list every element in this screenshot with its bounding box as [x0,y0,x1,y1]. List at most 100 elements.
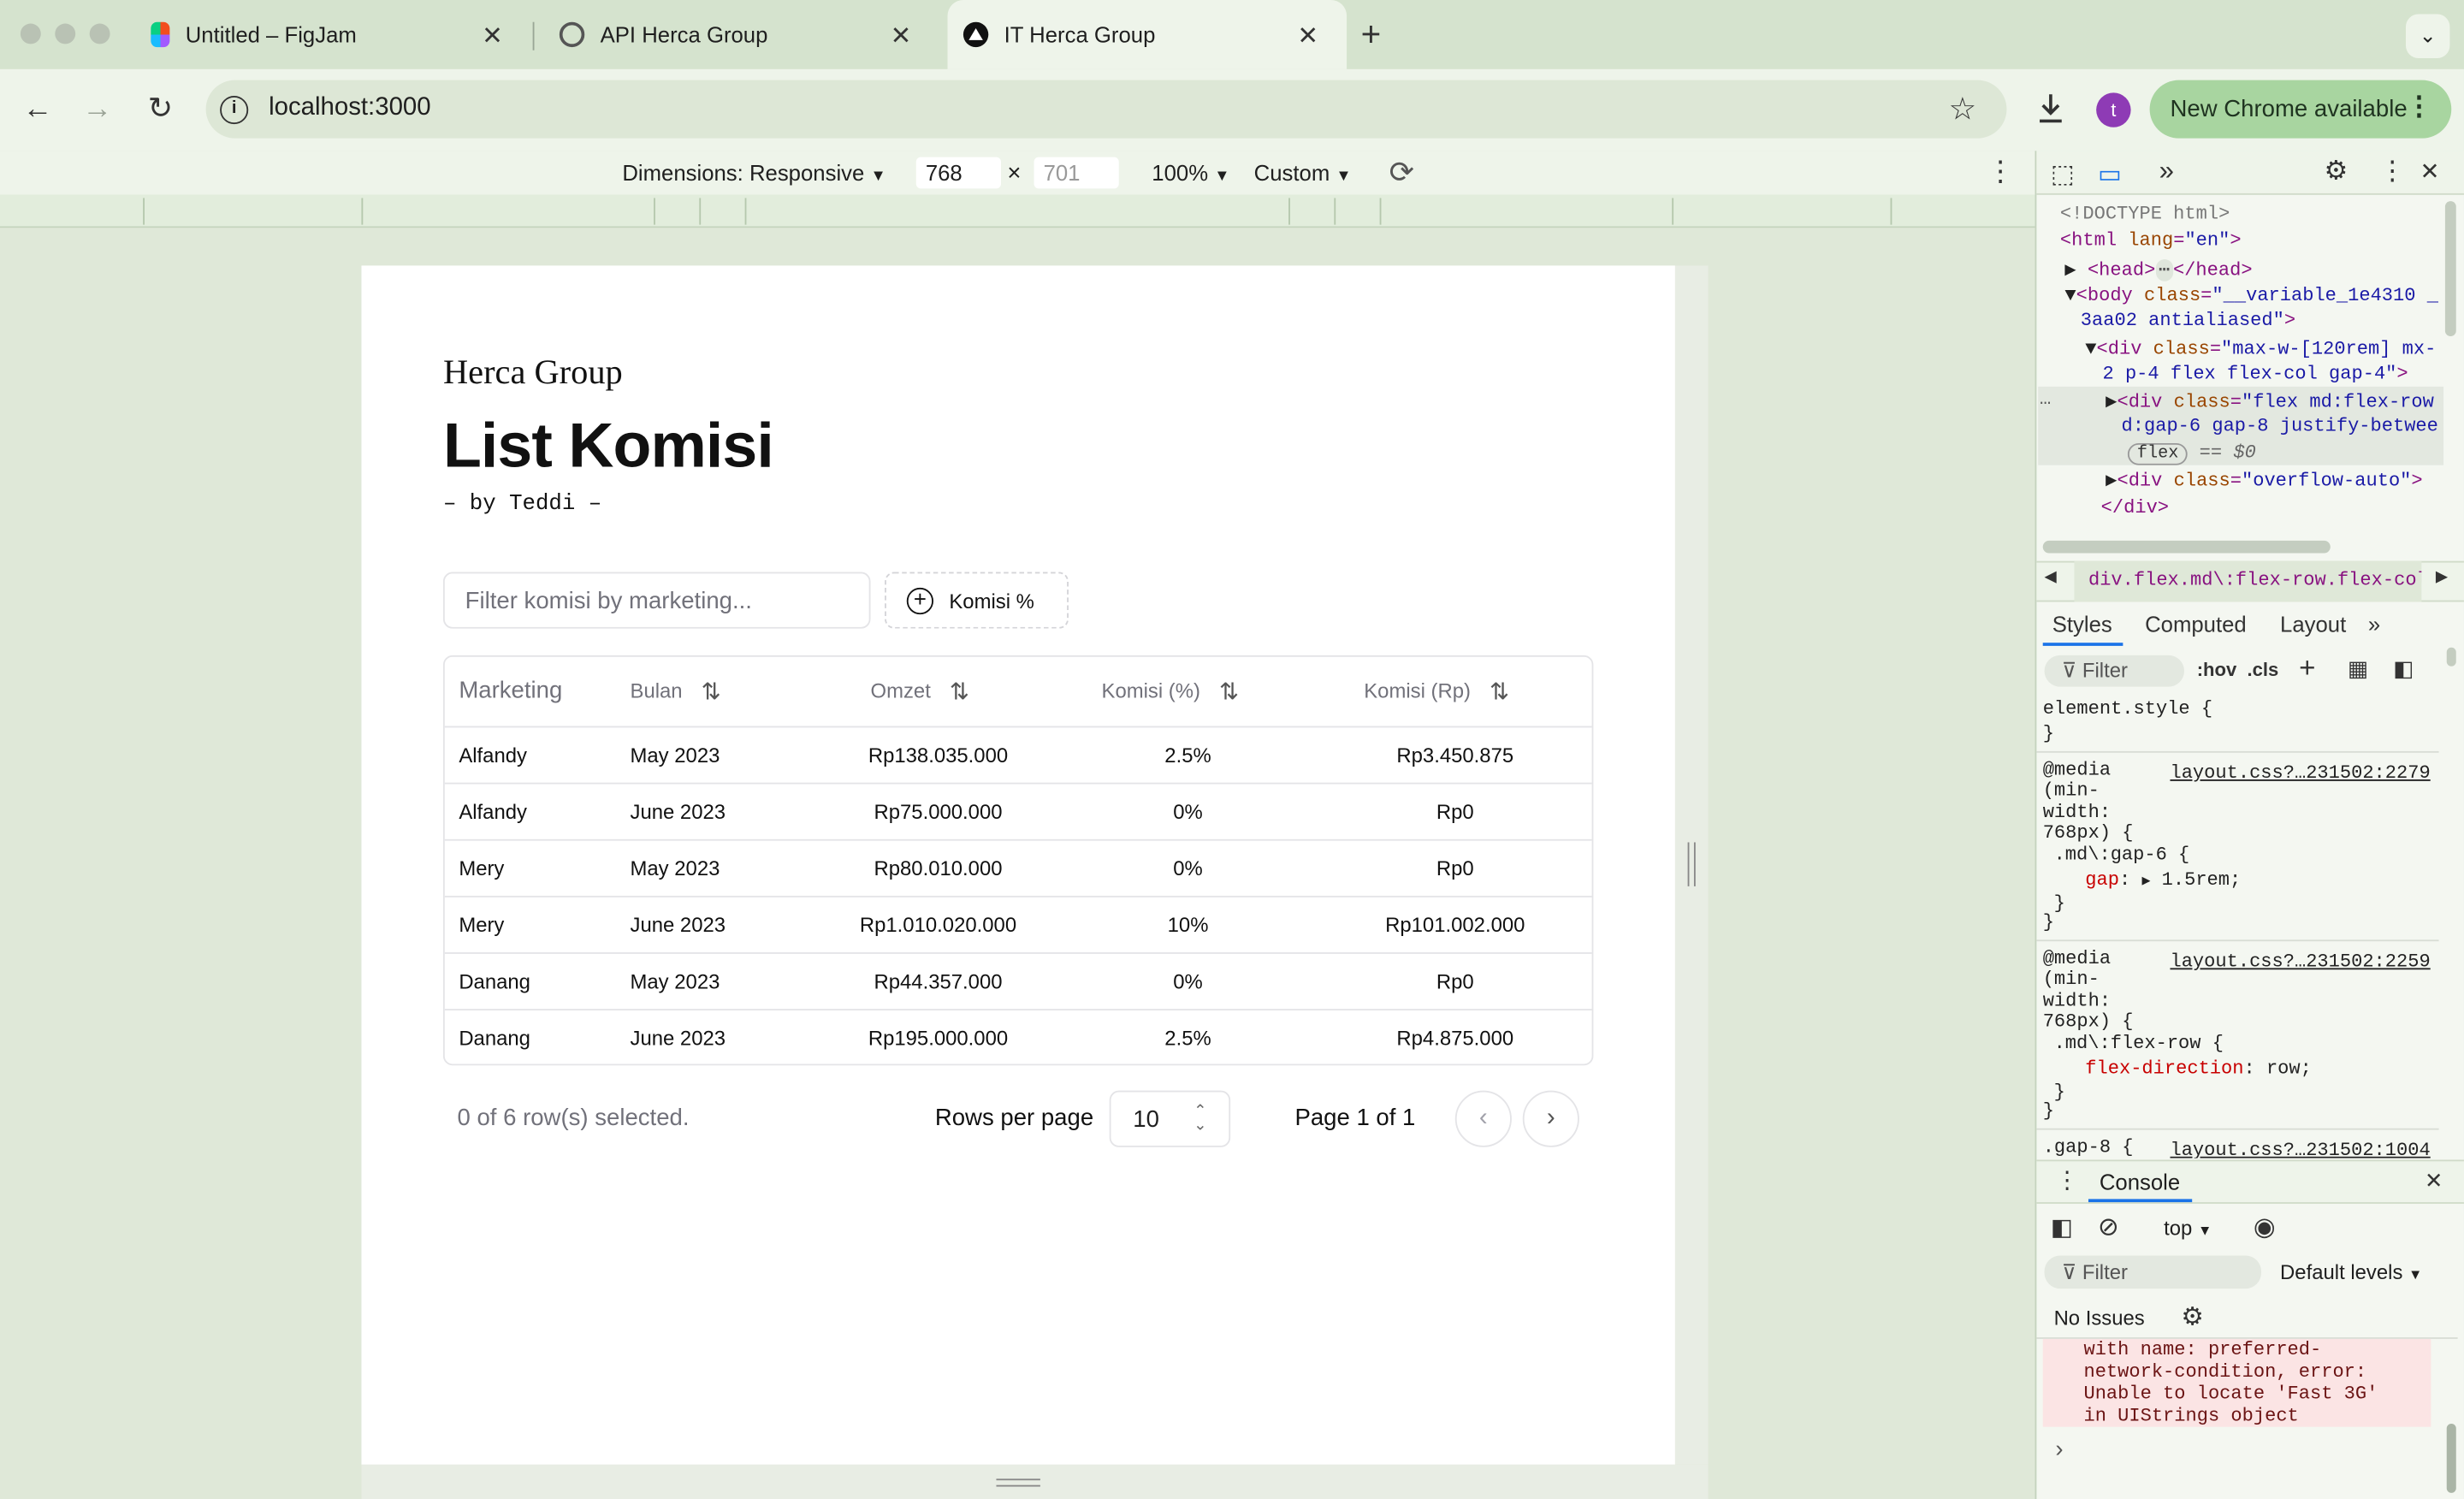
expand-triangle-icon[interactable]: ▶ [2064,259,2076,281]
column-header-omzet[interactable]: Omzet ⇅ [871,657,969,726]
komisi-filter-button[interactable]: + Komisi % [885,572,1069,629]
window-minimize-light[interactable] [55,23,76,44]
dom-line[interactable]: ▼<body class="__variable_1e4310 _ [2064,284,2438,306]
tab-api[interactable]: API Herca Group ✕ [534,0,939,69]
table-row[interactable]: Danang May 2023 Rp44.357.000 0% Rp0 [444,952,1592,1009]
kebab-menu-icon[interactable]: ⋮ [2406,92,2432,123]
previous-page-button[interactable]: ‹ [1454,1090,1512,1147]
column-header-bulan[interactable]: Bulan ⇅ [631,657,721,726]
sort-arrows-icon[interactable]: ⇅ [702,658,721,727]
url-text[interactable]: localhost:3000 [269,94,431,122]
avatar[interactable]: t [2096,92,2131,127]
tab-computed[interactable]: Computed [2145,611,2247,636]
gear-icon[interactable]: ⚙ [2181,1301,2203,1333]
dom-line[interactable]: ▶<div class="overflow-auto"> [2106,468,2422,492]
console-error-message[interactable]: with name: preferred- network-condition,… [2042,1338,2431,1427]
issues-count[interactable]: No Issues [2054,1306,2145,1330]
back-arrow-icon[interactable]: ← [15,90,59,131]
window-zoom-light[interactable] [89,23,110,44]
breadcrumb-left-icon[interactable]: ◀ [2045,569,2057,586]
css-declaration[interactable]: gap: ▶ 1.5rem; [2085,869,2241,892]
close-icon[interactable]: ✕ [482,21,503,52]
style-rule[interactable]: element.style { [2043,697,2212,720]
expand-triangle-icon[interactable]: ▶ [2106,391,2117,413]
collapsed-badge[interactable]: ⋯ [2155,259,2173,281]
sidebar-toggle-icon[interactable]: ◧ [2051,1213,2073,1241]
css-declaration[interactable]: flex-direction: row; [2085,1058,2312,1080]
breadcrumb-item[interactable]: div.flex.md\:flex-row.flex-col.md\:g [2088,569,2421,591]
table-row[interactable]: Alfandy June 2023 Rp75.000.000 0% Rp0 [444,782,1592,839]
site-info-icon[interactable]: i [220,96,249,125]
dom-line[interactable]: <!DOCTYPE html> [2060,203,2230,225]
collapse-triangle-icon[interactable]: ▼ [2064,284,2076,306]
console-scrollbar[interactable] [2446,1424,2456,1493]
selector[interactable]: .md\:flex-row { [2054,1033,2224,1055]
width-input[interactable]: 768 [915,157,1001,189]
height-input[interactable]: 701 [1034,157,1119,189]
table-row[interactable]: Danang June 2023 Rp195.000.000 2.5% Rp4.… [444,1009,1592,1064]
resize-handle-bottom[interactable] [361,1464,1709,1499]
resize-handle-right[interactable] [1674,265,1709,1465]
close-icon[interactable]: ✕ [2425,1168,2443,1194]
inspect-element-icon[interactable]: ⬚ [2051,159,2075,191]
eye-icon[interactable]: ◉ [2254,1212,2276,1243]
levels-dropdown[interactable]: Default levels ▼ [2280,1260,2422,1284]
expand-triangle-icon[interactable]: ▶ [2141,874,2150,889]
source-link[interactable]: layout.css?…231502:2279 [2170,762,2430,785]
tab-search-chevron-icon[interactable]: ⌄ [2405,14,2450,58]
more-tabs-icon[interactable]: » [2159,156,2174,187]
ellipsis-icon[interactable]: … [2040,388,2051,411]
sidebar-toggle-icon[interactable]: ◧ [2393,655,2414,682]
new-tab-icon[interactable]: + [1361,15,1382,56]
hov-toggle[interactable]: :hov [2197,659,2237,681]
selector[interactable]: .gap-8 { [2043,1136,2134,1158]
device-toggle-icon[interactable]: ▭ [2098,159,2122,191]
drawer-menu-icon[interactable]: ⋮ [2055,1166,2079,1194]
console-filter-input[interactable]: ⊽ Filter [2044,1255,2262,1289]
next-page-button[interactable]: › [1522,1090,1579,1147]
download-icon[interactable] [2035,92,2067,134]
dom-line[interactable]: ▼<div class="max-w-[120rem] mx- [2085,338,2436,360]
bookmark-star-icon[interactable]: ☆ [1949,90,1977,129]
window-close-light[interactable] [20,23,41,44]
dom-line[interactable]: </div> [2101,496,2169,518]
dimensions-dropdown[interactable]: Dimensions: Responsive ▼ [622,160,886,185]
tab-layout[interactable]: Layout [2280,611,2346,636]
rotate-icon[interactable]: ⟳ [1389,156,1414,192]
more-options-icon[interactable]: ⋮ [1987,156,2015,189]
forward-arrow-icon[interactable]: → [75,90,119,131]
column-header-komisi-rp[interactable]: Komisi (Rp) ⇅ [1364,657,1509,726]
throttle-dropdown[interactable]: Custom ▼ [1254,160,1352,185]
source-link[interactable]: layout.css?…231502:1004 [2170,1140,2430,1158]
marketing-filter-input[interactable]: Filter komisi by marketing... [442,572,871,629]
styles-scrollbar[interactable] [2446,647,2456,667]
console-tab[interactable]: Console [2100,1170,2180,1194]
dom-line[interactable]: <html lang="en"> [2060,229,2242,252]
dom-line[interactable]: ▶ <head> ⋯ </head> [2064,258,2253,281]
collapse-triangle-icon[interactable]: ▼ [2085,338,2096,360]
tab-figjam[interactable]: Untitled – FigJam ✕ [126,0,531,69]
devtools-menu-icon[interactable]: ⋮ [2379,156,2406,187]
add-rule-icon[interactable]: + [2299,652,2315,685]
sort-arrows-icon[interactable]: ⇅ [950,658,969,727]
gear-icon[interactable]: ⚙ [2324,156,2348,187]
horizontal-scrollbar[interactable] [2042,540,2331,554]
paint-icon[interactable]: ▦ [2348,655,2368,682]
column-header-komisi-pct[interactable]: Komisi (%) ⇅ [1102,657,1240,726]
console-prompt[interactable]: › [2055,1437,2063,1463]
close-icon[interactable]: ✕ [891,21,912,52]
reload-icon[interactable]: ↻ [139,90,182,131]
context-dropdown[interactable]: top ▼ [2164,1217,2212,1241]
tab-styles[interactable]: Styles [2052,611,2112,636]
address-bar[interactable] [205,80,2007,139]
vertical-scrollbar[interactable] [2444,201,2456,337]
rows-per-page-select[interactable]: 10 ⌃ ⌄ [1109,1090,1231,1147]
zoom-dropdown[interactable]: 100% ▼ [1152,160,1229,185]
table-row[interactable]: Mery June 2023 Rp1.010.020.000 10% Rp101… [444,895,1592,952]
sort-arrows-icon[interactable]: ⇅ [1490,658,1509,727]
close-icon[interactable]: ✕ [2420,157,2440,186]
dom-line[interactable]: ▶<div class="flex md:flex-row [2106,390,2434,413]
flex-badge[interactable]: flex [2127,442,2189,465]
table-row[interactable]: Alfandy May 2023 Rp138.035.000 2.5% Rp3.… [444,726,1592,783]
media-query-ruler[interactable] [0,194,2035,228]
